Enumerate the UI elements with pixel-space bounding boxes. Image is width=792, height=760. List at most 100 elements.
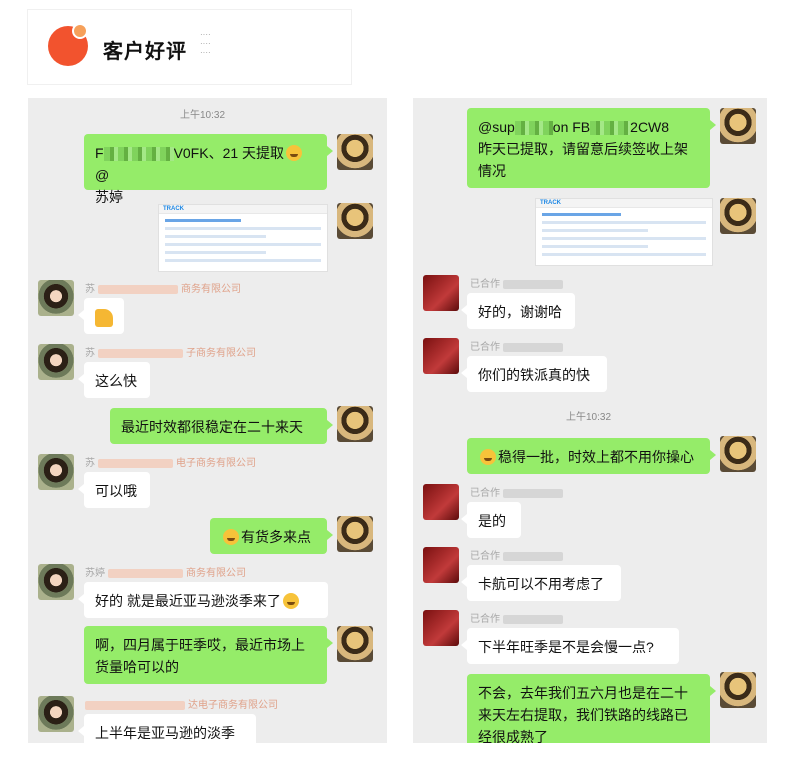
sender-name: 已合作 [470, 275, 563, 290]
avatar-contact [423, 610, 459, 646]
message-bubble-contact: 下半年旺季是不是会慢一点? [461, 628, 679, 664]
avatar-contact [423, 338, 459, 374]
image-message-screenshot[interactable]: TRACK [158, 204, 328, 272]
message-text: 上半年是亚马逊的淡季 [95, 725, 235, 741]
message-bubble-contact: 好的，谢谢哈 [461, 293, 575, 329]
sender-name-text: 已合作 [470, 342, 500, 353]
avatar-self [720, 672, 756, 708]
message-text: 好的，谢谢哈 [478, 304, 562, 320]
sender-name: 已合作 [470, 610, 563, 625]
avatar-self [720, 436, 756, 472]
message-text: 可以哦 [95, 483, 137, 499]
avatar-contact [38, 280, 74, 316]
avatar-self [337, 626, 373, 662]
sender-org-text: 商务有限公司 [186, 568, 246, 579]
laughing-emoji-icon [282, 593, 299, 609]
image-brand-text: TRACK [163, 206, 184, 212]
sender-name-text: 苏婷 [85, 568, 105, 579]
sender-name-text: 已合作 [470, 279, 500, 290]
message-bubble-contact: 好的 就是最近亚马逊淡季来了 [78, 582, 328, 618]
avatar-contact [38, 454, 74, 490]
redacted-blur [503, 342, 563, 352]
dots-icon: ···· ···· ···· [200, 30, 211, 57]
message-bubble-contact: 上半年是亚马逊的淡季 [78, 714, 256, 743]
message-bubble-contact [78, 298, 124, 334]
message-text: 有货多来点 [241, 529, 311, 545]
sender-name-text: 已合作 [470, 488, 500, 499]
sender-name-text: 已合作 [470, 551, 500, 562]
redacted-blur [503, 551, 563, 561]
avatar-contact [423, 547, 459, 583]
avatar-contact [423, 275, 459, 311]
image-brand-text: TRACK [540, 200, 561, 206]
message-bubble-contact: 这么快 [78, 362, 150, 398]
sender-org-text: 达电子商务有限公司 [188, 700, 278, 711]
sender-org-text: 商务有限公司 [181, 284, 241, 295]
page-title: 客户好评 [103, 41, 187, 63]
brand-logo-dot [72, 23, 88, 39]
message-text: 最近时效都很稳定在二十来天 [121, 419, 303, 435]
sender-name: 已合作 [470, 547, 563, 562]
message-text: 这么快 [95, 373, 137, 389]
redacted-mosaic [590, 121, 631, 136]
sender-name-text: 已合作 [470, 614, 500, 625]
sender-name-text: 苏 [85, 284, 95, 295]
avatar-self [337, 203, 373, 239]
message-text: on FB [552, 119, 591, 135]
laughing-emoji-icon [223, 529, 239, 545]
redacted-blur [98, 458, 173, 468]
grinning-emoji-icon [480, 449, 496, 465]
message-text: 情况 [478, 163, 506, 179]
timestamp: 上午10:32 [180, 110, 226, 121]
message-bubble-self: 有货多来点 [210, 518, 333, 554]
avatar-self [337, 516, 373, 552]
message-text: 昨天已提取，请留意后续签收上架 [478, 141, 688, 157]
message-bubble-contact: 卡航可以不用考虑了 [461, 565, 621, 601]
sender-name: 已合作 [470, 484, 563, 499]
message-text: 稳得一批，时效上都不用你操心 [498, 449, 694, 465]
image-message-screenshot[interactable]: TRACK [535, 198, 713, 266]
redacted-blur [98, 348, 183, 358]
message-text: @sup [478, 119, 515, 135]
avatar-contact [38, 344, 74, 380]
message-bubble-contact: 是的 [461, 502, 521, 538]
redacted-blur [503, 279, 563, 289]
sender-name: 苏 电子商务有限公司 [85, 454, 256, 469]
chat-screenshot-right: @sup on FB 2CW8 昨天已提取，请留意后续签收上架 情况 TRACK 已… [413, 98, 767, 743]
message-bubble-self: @sup on FB 2CW8 昨天已提取，请留意后续签收上架 情况 [467, 108, 716, 188]
message-bubble-contact: 你们的铁派真的快 [461, 356, 607, 392]
mention-text: @ [95, 167, 110, 183]
message-text: 是的 [478, 513, 506, 529]
redacted-blur [108, 568, 183, 578]
sender-name: 达电子商务有限公司 [85, 696, 278, 711]
sender-name-text: 苏 [85, 458, 95, 469]
message-bubble-self: 不会，去年我们五六月也是在二十 来天左右提取，我们铁路的线路已 经很成熟了 [467, 674, 716, 743]
redacted-mosaic [514, 121, 553, 136]
sender-name: 苏 子商务有限公司 [85, 344, 256, 359]
message-text: 来天左右提取，我们铁路的线路已 [478, 707, 688, 723]
sender-name-text: 苏 [85, 348, 95, 359]
avatar-contact [38, 696, 74, 732]
message-text: 啊，四月属于旺季哎，最近市场上 [95, 637, 305, 653]
message-text: 货量哈可以的 [95, 659, 179, 675]
message-text: F [95, 145, 104, 161]
message-text: 好的 就是最近亚马逊淡季来了 [95, 593, 281, 609]
redacted-blur [503, 488, 563, 498]
avatar-contact [423, 484, 459, 520]
message-bubble-self: 最近时效都很稳定在二十来天 [110, 408, 333, 444]
redacted-mosaic [103, 147, 174, 162]
message-bubble-self: 稳得一批，时效上都不用你操心 [467, 438, 716, 474]
message-text: 卡航可以不用考虑了 [478, 576, 604, 592]
avatar-self [720, 108, 756, 144]
redacted-blur [503, 614, 563, 624]
message-bubble-contact: 可以哦 [78, 472, 150, 508]
message-text: 苏婷 [95, 189, 123, 205]
chat-screenshot-left: 上午10:32 F V0FK、21 天提取@ 苏婷 TRACK 苏商务有限公司 苏… [28, 98, 387, 743]
timestamp: 上午10:32 [566, 412, 612, 423]
laughing-emoji-icon [286, 145, 303, 161]
avatar-self [720, 198, 756, 234]
message-text: V0FK、21 天提取 [173, 145, 285, 161]
redacted-blur [98, 284, 178, 294]
message-text: 经很成熟了 [478, 729, 548, 743]
sender-name: 苏婷 商务有限公司 [85, 564, 246, 579]
